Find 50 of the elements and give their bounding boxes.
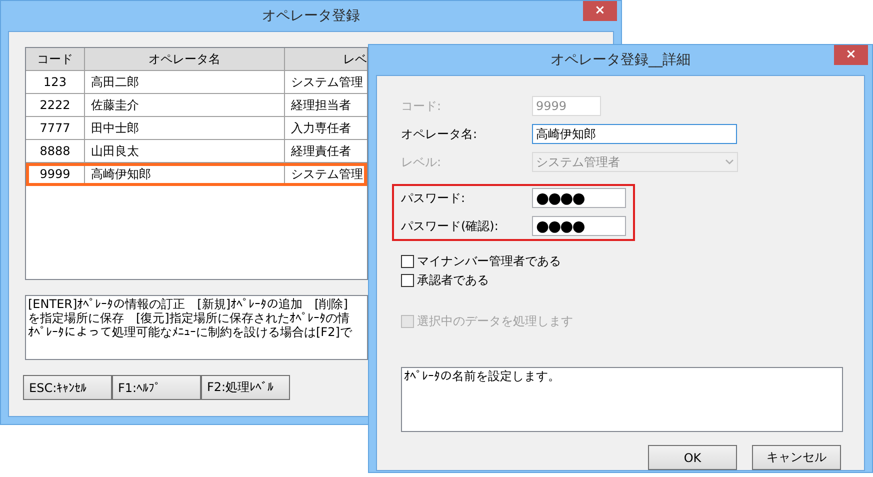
table-row[interactable]: 8888 山田良太 経理責任者 [26,140,367,163]
password-field[interactable]: ●●●● [532,216,626,236]
table-cell: 佐藤圭介 [85,94,285,116]
window-title: オペレータ登録 [262,7,360,25]
table-cell: 2222 [26,94,85,116]
dialog-button[interactable]: ESC:ｷｬﾝｾﾙ [23,375,112,400]
input-field[interactable]: 高崎伊知郎 [532,124,737,144]
chevron-down-icon [725,159,734,165]
column-header[interactable]: レベ [285,48,367,70]
dialog-button[interactable]: OK [648,445,737,470]
table-cell-text: 経理担当者 [290,97,352,114]
checkbox[interactable] [401,274,414,287]
close-button[interactable]: × [583,1,617,21]
table-cell: 9999 [26,163,85,185]
table-cell: 高田二郎 [85,71,285,93]
field-label: パスワード(確認): [401,218,500,234]
table-cell-text: システム管理 [290,166,364,183]
checkbox[interactable] [401,255,414,268]
help-text: [ENTER]ｵﾍﾟﾚｰﾀの情報の訂正 [新規]ｵﾍﾟﾚｰﾀの追加 [削除] [28,297,349,311]
field-label: レベル: [401,154,442,170]
help-text: を指定場所に保存 [復元]指定場所に保存されたｵﾍﾟﾚｰﾀの情 [28,311,350,325]
table-cell: 7777 [26,117,85,139]
table-row[interactable]: 9999 高崎伊知郎 システム管理 [26,163,367,186]
field-label: パスワード: [401,190,466,206]
checkbox-label: 選択中のデータを処理します [417,313,573,330]
window-title: オペレータ登録__詳細 [550,51,690,69]
checkbox-label: マイナンバー管理者である [417,253,561,270]
table-cell: 田中士郎 [85,117,285,139]
column-header[interactable]: コード [26,48,85,70]
dialog-button[interactable]: キャンセル [752,445,841,470]
field-label: オペレータ名: [401,126,478,142]
table-cell-text: 経理責任者 [290,143,352,160]
table-cell: 8888 [26,140,85,162]
field-label: コード: [401,98,442,114]
table-row[interactable]: 7777 田中士郎 入力専任者 [26,117,367,140]
table-cell-text: システム管理 [290,74,364,91]
checkbox-label: 承認者である [417,272,489,289]
close-button[interactable]: × [834,45,868,65]
column-header[interactable]: オペレータ名 [85,48,285,70]
table-cell: 高崎伊知郎 [85,163,285,185]
password-field[interactable]: ●●●● [532,188,626,208]
dialog-button[interactable]: F1:ﾍﾙﾌﾟ [112,375,201,400]
dialog-button[interactable]: F2:処理ﾚﾍﾞﾙ [201,375,290,400]
table-cell: 123 [26,71,85,93]
table-cell-text: 入力専任者 [290,120,352,137]
help-text: ｵﾍﾟﾚｰﾀの名前を設定します。 [404,369,561,383]
table-cell: 山田良太 [85,140,285,162]
help-text: ｵﾍﾟﾚｰﾀによって処理可能なﾒﾆｭｰに制約を設ける場合は[F2]で [28,325,354,339]
table-row[interactable]: 2222 佐藤圭介 経理担当者 [26,94,367,117]
table-row[interactable]: 123 高田二郎 システム管理 [26,71,367,94]
